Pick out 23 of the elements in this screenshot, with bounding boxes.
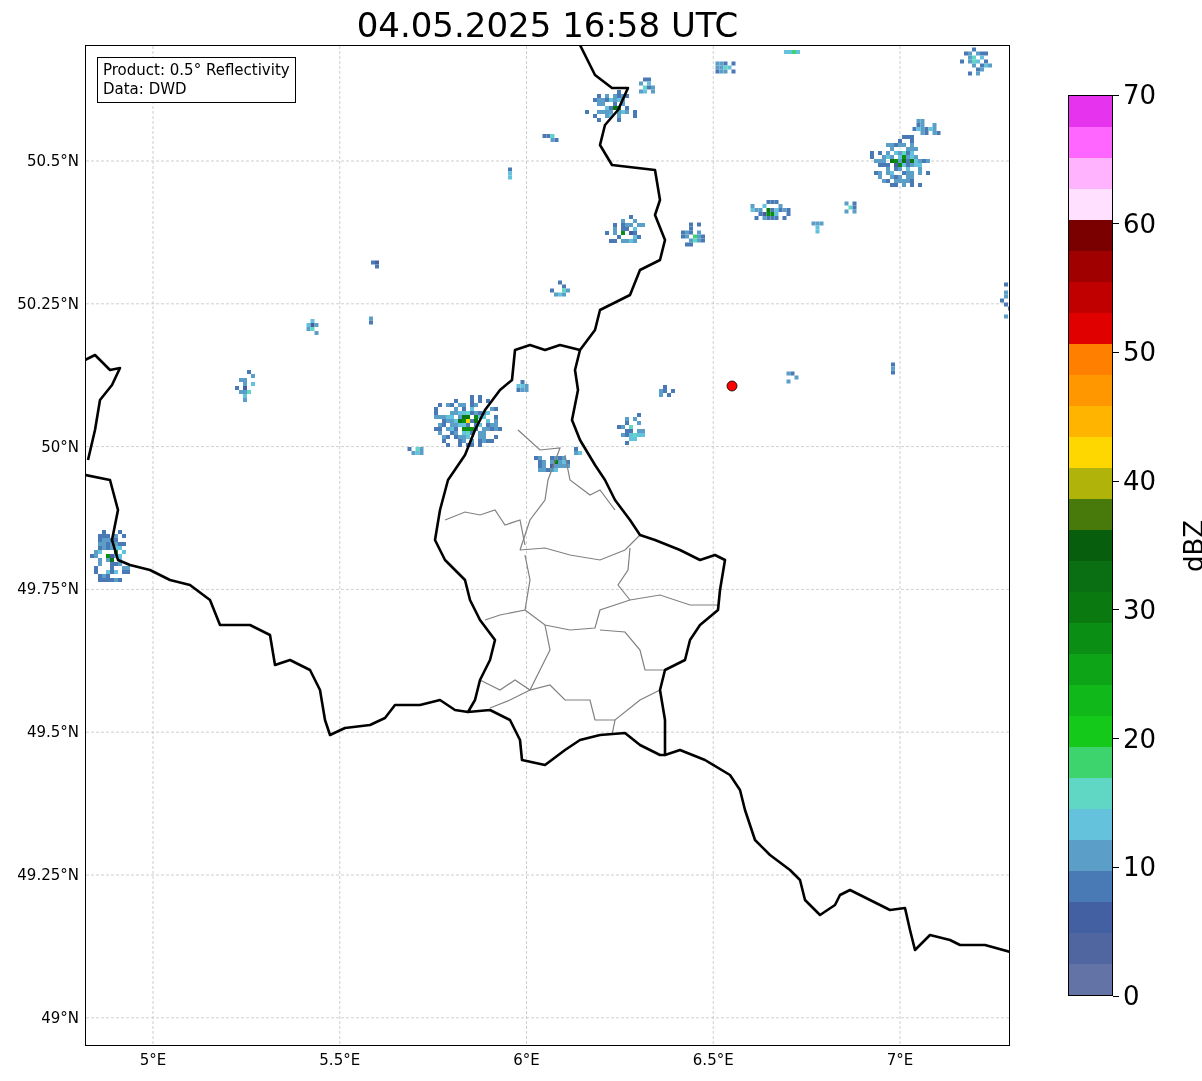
colorbar-tick-label: 20 — [1123, 724, 1157, 753]
colorbar-tick-label: 40 — [1123, 467, 1157, 496]
y-tick-label: 49.25°N — [17, 866, 79, 884]
colorbar-tick-label: 70 — [1123, 81, 1157, 109]
info-text: Product: 0.5° Reflectivity — [103, 61, 290, 80]
y-tick-label: 49.5°N — [26, 723, 79, 742]
y-tick-label: 50.25°N — [17, 294, 79, 313]
y-tick-label: 49°N — [41, 1008, 79, 1027]
y-tick-label: 49.75°N — [17, 580, 79, 599]
x-tick-label: 6.5°E — [692, 1051, 734, 1069]
chart-title: 04.05.2025 16:58 UTC — [356, 8, 739, 42]
x-tick-label: 5.5°E — [319, 1051, 361, 1069]
x-tick-label: 7°E — [886, 1051, 914, 1069]
colorbar-tick-label: 30 — [1123, 595, 1157, 624]
colorbar-tick-label: 60 — [1123, 209, 1157, 238]
colorbar-tick-label: 50 — [1123, 338, 1157, 367]
colorbar-tick-label: 0 — [1123, 982, 1140, 1010]
info-text: Data: DWD — [103, 80, 188, 99]
y-tick-label: 50.5°N — [26, 152, 79, 170]
y-tick-label: 50°N — [41, 437, 79, 456]
x-tick-label: 6°E — [513, 1051, 540, 1069]
x-tick-label: 5°E — [139, 1051, 167, 1069]
colorbar-tick-label: 10 — [1123, 853, 1157, 882]
